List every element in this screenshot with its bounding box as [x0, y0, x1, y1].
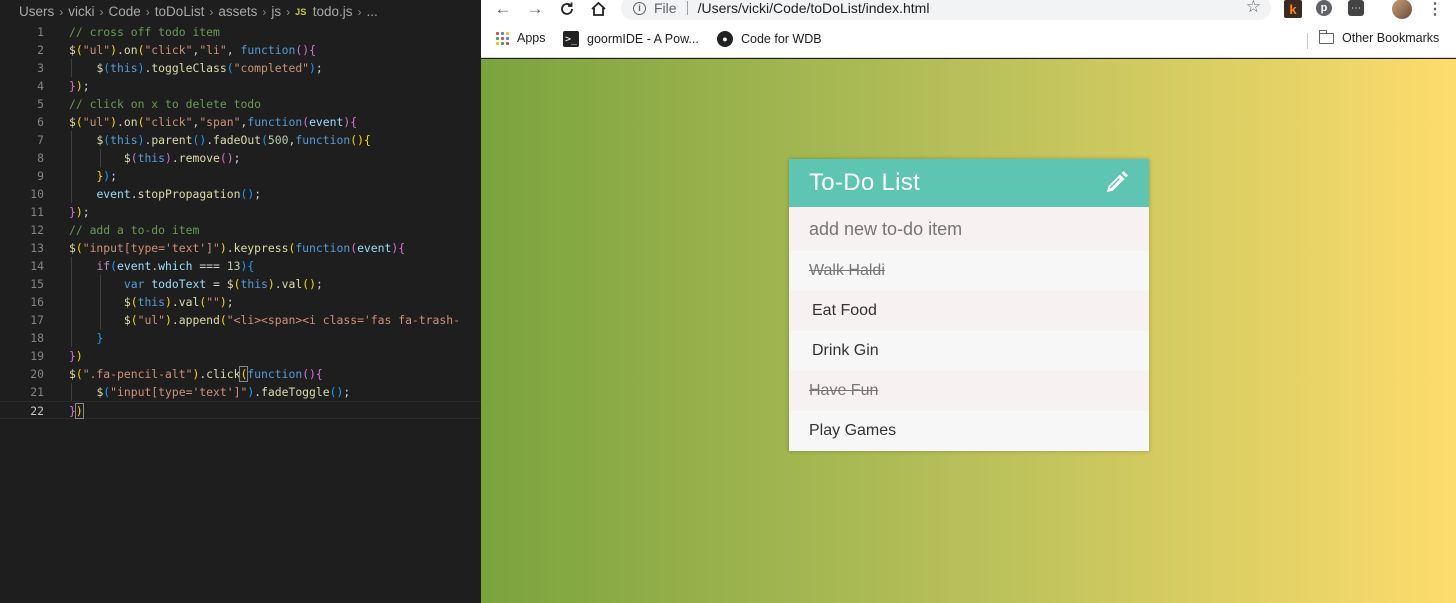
code-line: 12// add a to-do item	[30, 223, 200, 237]
code-line: 8 $(this).remove();	[37, 149, 241, 167]
code-line: 13 $("input[type='text']").keypress(funct…	[30, 241, 406, 255]
code-line: 14 if(event.which === 13){	[30, 257, 255, 275]
forward-arrow-icon[interactable]: →	[525, 0, 545, 18]
profile-avatar[interactable]	[1392, 0, 1412, 19]
bookmark-label: Other Bookmarks	[1342, 31, 1440, 45]
menu-dots-icon[interactable]: ⋮	[1426, 0, 1444, 18]
apps-grid-icon	[496, 31, 509, 45]
terminal-icon: >_	[563, 31, 579, 47]
chevron-right-icon: ›	[262, 4, 267, 19]
address-bar[interactable]: i File /Users/vicki/Code/toDoList/index.…	[621, 0, 1271, 20]
chevron-right-icon: ›	[209, 4, 214, 19]
todo-item[interactable]: Have Fun	[789, 371, 1149, 411]
code-line: 20 $(".fa-pencil-alt").click(function(){	[30, 366, 323, 382]
code-line: 11});	[30, 205, 90, 219]
browser-window: ← → i File /Users/vicki/Code/toDoList/in…	[481, 0, 1456, 603]
address-divider	[686, 1, 688, 15]
breadcrumb-more[interactable]: ...	[367, 4, 378, 19]
code-line: 21 $("input[type='text']").fadeToggle();	[30, 383, 351, 401]
js-file-icon: JS	[295, 6, 307, 17]
code-line: 6 $("ul").on("click","span",function(even…	[37, 115, 358, 129]
breadcrumb-file[interactable]: todo.js	[313, 4, 353, 19]
code-line: 1// cross off todo item	[37, 25, 220, 39]
breadcrumb-item[interactable]: js	[271, 4, 281, 19]
breadcrumb-item[interactable]: Code	[109, 4, 141, 19]
pencil-icon[interactable]	[1103, 170, 1129, 196]
code-line: 19})	[30, 349, 83, 363]
bookmark-other[interactable]: Other Bookmarks	[1318, 29, 1440, 45]
reload-icon[interactable]	[557, 0, 577, 18]
back-arrow-icon[interactable]: ←	[493, 0, 513, 18]
code-line: 17 $("ul").append("<li><span><i class='f…	[30, 311, 460, 329]
home-icon[interactable]	[588, 0, 608, 18]
code-line: 9 });	[37, 167, 118, 185]
code-line: 4});	[37, 79, 90, 93]
github-icon: ●	[717, 31, 733, 47]
bookmark-goorm[interactable]: >_ goormIDE - A Pow...	[563, 31, 699, 47]
bookmark-label: Code for WDB	[741, 32, 822, 46]
code-line: 15 var todoText = $(this).val();	[30, 275, 323, 293]
code-lines[interactable]: 1// cross off todo item 2 $("ul").on("cli…	[0, 23, 481, 419]
browser-toolbar: ← → i File /Users/vicki/Code/toDoList/in…	[481, 0, 1456, 22]
bookmark-label: Apps	[517, 31, 546, 45]
code-line: 5// click on x to delete todo	[37, 97, 262, 111]
bookmark-wdb[interactable]: ● Code for WDB	[717, 31, 822, 47]
breadcrumb-item[interactable]: Users	[19, 4, 54, 19]
address-scheme-label: File	[654, 0, 677, 16]
new-todo-input[interactable]	[789, 207, 1149, 251]
todo-item[interactable]: Drink Gin	[789, 331, 1149, 371]
code-line: 16 $(this).val("");	[30, 293, 234, 311]
todo-title: To-Do List	[809, 169, 921, 196]
address-url[interactable]: /Users/vicki/Code/toDoList/index.html	[698, 0, 930, 16]
bookmarks-bar: Apps >_ goormIDE - A Pow... ● Code for W…	[481, 22, 1456, 58]
bookmark-apps[interactable]: Apps	[496, 31, 546, 45]
extension-icon[interactable]: ⋯	[1348, 0, 1364, 16]
chevron-right-icon: ›	[59, 4, 64, 19]
bookmarks-divider	[1307, 33, 1308, 49]
todo-item[interactable]: Walk Haldi	[789, 251, 1149, 291]
code-editor[interactable]: Users › vicki › Code › toDoList › assets › js…	[0, 0, 481, 603]
todo-item[interactable]: Play Games	[789, 411, 1149, 451]
page-viewport: To-Do List Walk Haldi Eat Food Drink Gin…	[481, 59, 1456, 603]
chevron-right-icon: ›	[286, 4, 291, 19]
code-line: 3 $(this).toggleClass("completed");	[37, 59, 323, 77]
breadcrumb-item[interactable]: toDoList	[155, 4, 205, 19]
todo-item[interactable]: Eat Food	[789, 291, 1149, 331]
bookmark-star-icon[interactable]: ☆	[1246, 0, 1261, 17]
bookmark-label: goormIDE - A Pow...	[587, 32, 699, 46]
code-line: 7 $(this).parent().fadeOut(500,function(…	[37, 131, 371, 149]
code-line: 10 event.stopPropagation();	[30, 185, 262, 203]
breadcrumb: Users › vicki › Code › toDoList › assets › js…	[0, 0, 481, 23]
todo-card: To-Do List Walk Haldi Eat Food Drink Gin…	[789, 159, 1149, 451]
info-icon[interactable]: i	[633, 1, 646, 15]
chevron-right-icon: ›	[357, 4, 362, 19]
code-line: 2 $("ul").on("click","li", function(){	[37, 43, 316, 57]
todo-header: To-Do List	[789, 159, 1149, 207]
breadcrumb-item[interactable]: assets	[218, 4, 257, 19]
folder-icon	[1318, 29, 1334, 44]
todo-list: Walk Haldi Eat Food Drink Gin Have Fun P…	[789, 251, 1149, 451]
chevron-right-icon: ›	[99, 4, 104, 19]
extension-k-icon[interactable]: k	[1284, 0, 1302, 18]
code-line: 18 }	[30, 329, 104, 347]
chevron-right-icon: ›	[145, 4, 150, 19]
pinterest-icon[interactable]: p	[1316, 0, 1332, 16]
code-line-active: 22})	[0, 401, 481, 419]
breadcrumb-item[interactable]: vicki	[68, 4, 94, 19]
